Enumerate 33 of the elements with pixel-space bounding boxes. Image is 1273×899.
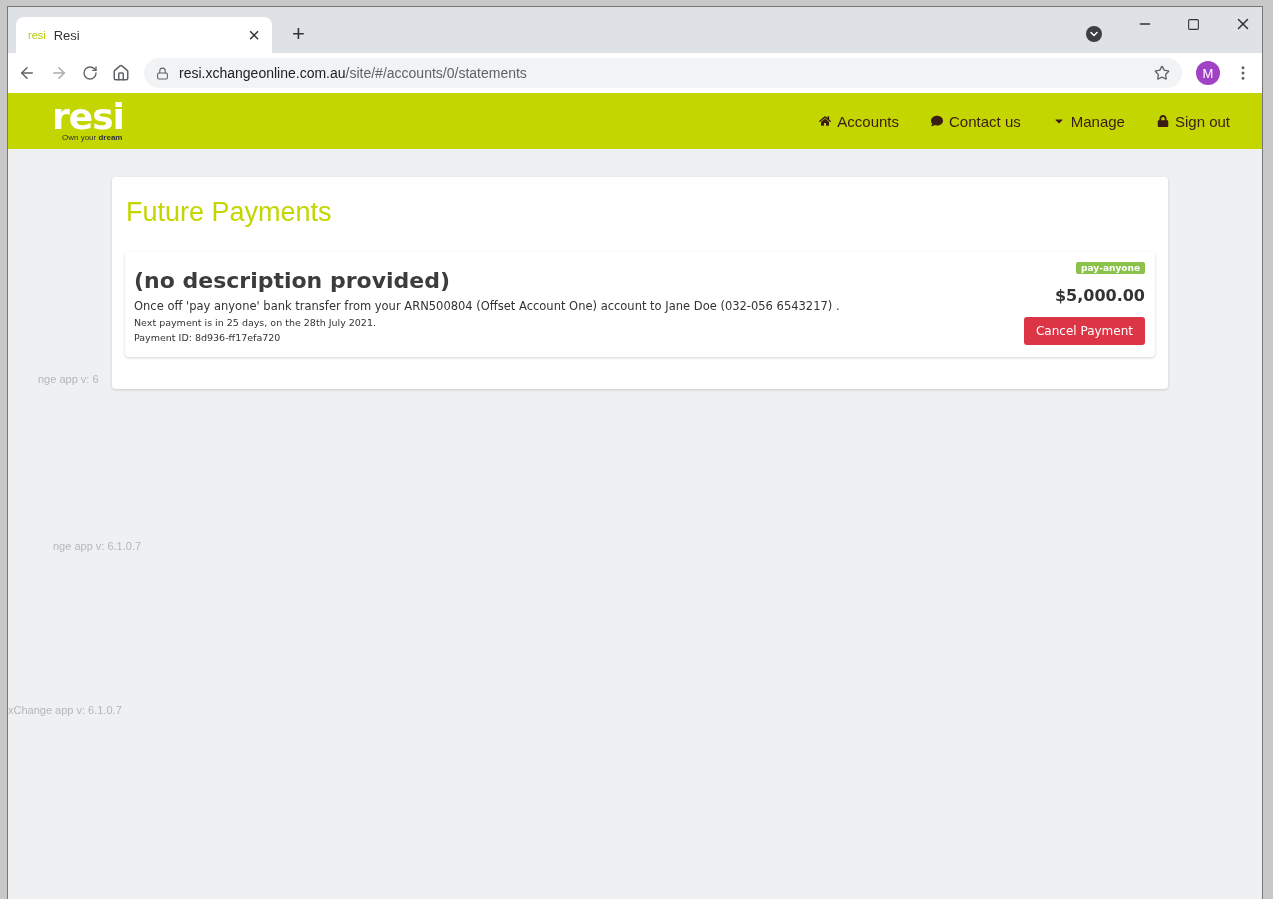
maximize-icon[interactable]: [1187, 17, 1200, 31]
cancel-payment-button[interactable]: Cancel Payment: [1024, 317, 1145, 345]
nav-link[interactable]: Accounts: [819, 112, 899, 130]
speech-bubble-icon: [931, 115, 943, 127]
payment-id: Payment ID: 8d936-ff17efa720: [134, 332, 282, 343]
payment-amount: $5,000.00: [1054, 286, 1145, 305]
payment-detail: Once off 'pay anyone' bank transfer from your ARN500804 (Offset Account One) account to Jane Doe (032-056 6543217) .: [134, 299, 840, 313]
nav-link[interactable]: Sign out: [1156, 112, 1230, 130]
profile-avatar[interactable]: M: [1196, 61, 1220, 85]
next-payment-text: Next payment is in 25 days, on the 28th July 2021.: [134, 317, 377, 328]
tab-close-button[interactable]: ×: [244, 23, 264, 47]
version-label: xChange app v: 6.1.0.7: [8, 704, 122, 716]
page-title: Future Payments: [126, 197, 333, 228]
new-tab-button[interactable]: +: [286, 21, 311, 47]
logo-tagline: Own your dream: [62, 132, 123, 142]
home-icon[interactable]: [112, 64, 130, 82]
tab-favicon: resi: [28, 29, 46, 41]
url-text: resi.xchangeonline.com.au/site/#/accounts/0/statements: [179, 65, 528, 81]
back-icon[interactable]: [18, 64, 36, 82]
nav-link[interactable]: Manage: [1052, 112, 1125, 130]
bookmark-star-icon[interactable]: [1154, 65, 1170, 81]
payment-description: (no description provided): [134, 268, 451, 293]
version-label: nge app v: 6.1.0.7: [53, 540, 142, 552]
lock-icon: [1156, 115, 1169, 127]
reload-icon[interactable]: [82, 65, 98, 81]
home-icon: [819, 115, 832, 127]
address-bar[interactable]: resi.xchangeonline.com.au/site/#/accounts/0/statements: [144, 58, 1182, 88]
browser-tab[interactable]: resi Resi ×: [16, 17, 272, 53]
payment-type-tag: pay-anyone: [1076, 262, 1145, 274]
tab-title: Resi: [53, 27, 81, 43]
tab-search-icon[interactable]: [1086, 26, 1102, 42]
lock-icon: [156, 66, 169, 80]
nav-link[interactable]: Contact us: [931, 112, 1021, 130]
